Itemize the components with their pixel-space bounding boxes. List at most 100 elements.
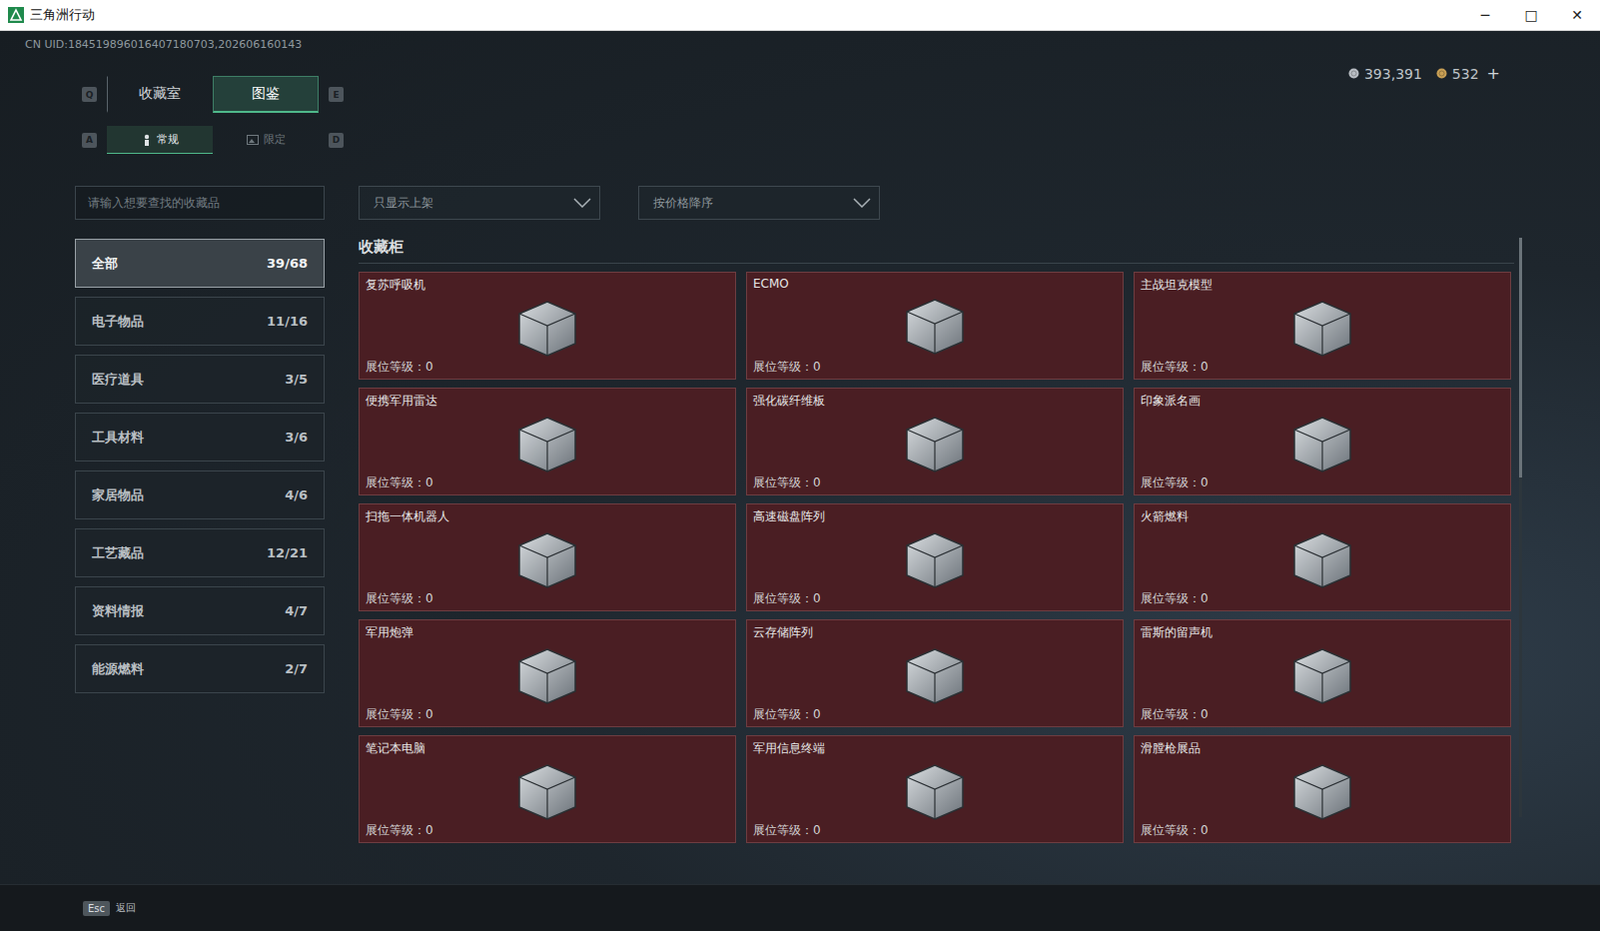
item-card[interactable]: 云存储阵列展位等级：0 <box>746 619 1124 728</box>
currency-item: 393,391 <box>1348 65 1423 82</box>
item-name: 复苏呼吸机 <box>365 276 730 294</box>
item-image-icon <box>505 525 590 592</box>
chevron-down-icon <box>852 197 871 208</box>
item-card[interactable]: 高速磁盘阵列展位等级：0 <box>746 503 1124 612</box>
coin-icon <box>1348 67 1360 79</box>
item-level: 展位等级：0 <box>753 821 1117 839</box>
item-level: 展位等级：0 <box>365 706 730 724</box>
item-image <box>365 525 730 591</box>
item-card[interactable]: 印象派名画展位等级：0 <box>1133 387 1512 496</box>
main-tabs: Q 收藏室图鉴 E <box>71 75 1600 113</box>
category-count: 2/7 <box>284 661 308 677</box>
item-level: 展位等级：0 <box>753 706 1117 724</box>
currency-amount: 532 <box>1452 65 1480 82</box>
item-image <box>365 409 730 475</box>
item-level: 展位等级：0 <box>1140 474 1505 492</box>
add-currency-button[interactable]: + <box>1487 63 1501 83</box>
category-count: 39/68 <box>266 255 308 271</box>
item-level: 展位等级：0 <box>753 590 1117 608</box>
item-card[interactable]: 雷斯的留声机展位等级：0 <box>1133 619 1512 728</box>
sidebar-item[interactable]: 工具材料3/6 <box>74 412 325 462</box>
category-label: 能源燃料 <box>91 660 144 679</box>
category-label: 电子物品 <box>91 312 144 331</box>
filter-dropdown[interactable]: 按价格降序 <box>638 185 880 220</box>
sidebar-item[interactable]: 电子物品 11/16 <box>74 296 325 346</box>
item-name: 主战坦克模型 <box>1140 276 1505 294</box>
category-count: 11/16 <box>266 313 308 329</box>
uid-label: CN UID:184519896016407180703,20260616014… <box>24 37 302 51</box>
coin-icon <box>1436 67 1448 79</box>
item-image-icon <box>505 293 590 360</box>
sidebar-item[interactable]: 能源燃料 2/7 <box>74 644 325 694</box>
scrollbar-thumb[interactable] <box>1519 237 1523 478</box>
item-image-icon <box>505 409 590 476</box>
category-label: 工艺藏品 <box>91 544 144 563</box>
item-level: 展位等级：0 <box>1140 706 1505 724</box>
item-image <box>1140 409 1505 475</box>
sidebar-item[interactable]: 医疗道具3/5 <box>74 354 325 404</box>
key-hint: E <box>328 86 344 102</box>
item-level: 展位等级：0 <box>1140 821 1505 839</box>
key-hint: Q <box>81 86 97 102</box>
item-name: ECMO <box>753 276 1117 291</box>
item-image-icon <box>505 757 590 823</box>
item-card[interactable]: 便携军用雷达展位等级：0 <box>358 387 737 496</box>
sidebar-item[interactable]: 工艺藏品 12/21 <box>74 528 325 578</box>
item-image <box>1140 757 1505 822</box>
app-window: 三角洲行动─□✕ CN UID:184519896016407180703,202… <box>0 0 1600 931</box>
item-name: 便携军用雷达 <box>365 392 730 410</box>
item-image <box>365 293 730 359</box>
grid-viewport: 复苏呼吸机展位等级：0ECMO展位等级：0主战坦克模型展位等级：0便携军用雷达展… <box>358 271 1526 843</box>
item-card[interactable]: 复苏呼吸机展位等级：0 <box>358 271 737 380</box>
item-level: 展位等级：0 <box>365 474 730 492</box>
item-card[interactable]: 扫拖一体机器人展位等级：0 <box>358 503 737 612</box>
item-image-icon <box>1280 641 1365 708</box>
item-name: 笔记本电脑 <box>365 740 730 758</box>
top-row: CN UID:184519896016407180703,20260616014… <box>0 30 1600 76</box>
main-tab[interactable]: 图鉴 <box>212 75 319 113</box>
item-card[interactable]: ECMO展位等级：0 <box>746 271 1124 380</box>
item-card[interactable]: 强化碳纤维板展位等级：0 <box>746 387 1124 496</box>
sidebar-item[interactable]: 全部39/68 <box>74 238 325 288</box>
item-name: 扫拖一体机器人 <box>365 508 730 526</box>
picture-icon <box>246 134 259 145</box>
section-title: 收藏柜 <box>358 237 1515 264</box>
item-name: 高速磁盘阵列 <box>753 508 1117 526</box>
category-count: 12/21 <box>266 545 308 561</box>
main-body: 全部39/68 电子物品 11/16 医疗道具3/5 工具材料3/6 家居物品4/6 工艺藏… <box>0 153 1600 884</box>
item-image-icon <box>892 291 977 358</box>
item-card[interactable]: 火箭燃料展位等级：0 <box>1133 503 1512 612</box>
title-bar: 三角洲行动─□✕ <box>0 0 1600 31</box>
item-image <box>1140 525 1505 591</box>
item-card[interactable]: 主战坦克模型展位等级：0 <box>1133 271 1512 380</box>
filter-dropdown[interactable]: 只显示上架 <box>358 185 601 220</box>
window-control-button[interactable]: ─ <box>1462 0 1509 30</box>
back-label[interactable]: 返回 <box>115 900 136 915</box>
footer-bar: Esc 返回 <box>0 883 1600 931</box>
item-card[interactable]: 滑膛枪展品展位等级：0 <box>1133 735 1512 843</box>
sidebar-item[interactable]: 家居物品4/6 <box>74 470 325 520</box>
back-key-hint[interactable]: Esc <box>82 900 110 916</box>
item-level: 展位等级：0 <box>753 474 1117 492</box>
window-control-button[interactable]: □ <box>1508 0 1555 30</box>
item-level: 展位等级：0 <box>365 821 730 839</box>
item-image <box>753 641 1117 707</box>
item-image-icon <box>892 409 977 476</box>
main-tab[interactable]: 收藏室 <box>106 75 213 113</box>
scrollbar[interactable] <box>1519 237 1523 817</box>
filter-row: 只显示上架 按价格降序 <box>358 185 1526 220</box>
item-card[interactable]: 军用炮弹展位等级：0 <box>358 619 737 728</box>
category-count: 3/6 <box>284 429 308 445</box>
item-image <box>753 290 1117 359</box>
sub-tab[interactable]: 常规 <box>106 125 213 154</box>
window-control-button[interactable]: ✕ <box>1554 0 1600 30</box>
item-card[interactable]: 军用信息终端展位等级：0 <box>746 735 1124 843</box>
search-field[interactable] <box>74 185 325 220</box>
item-name: 滑膛枪展品 <box>1140 740 1505 758</box>
item-card[interactable]: 笔记本电脑展位等级：0 <box>358 735 737 843</box>
sidebar-item[interactable]: 资料情报4/7 <box>74 586 325 636</box>
sub-tab[interactable]: 限定 <box>212 125 319 154</box>
item-image-icon <box>892 641 977 708</box>
item-image <box>753 757 1117 822</box>
currency-bar: 393,391 532 + <box>1348 37 1501 83</box>
